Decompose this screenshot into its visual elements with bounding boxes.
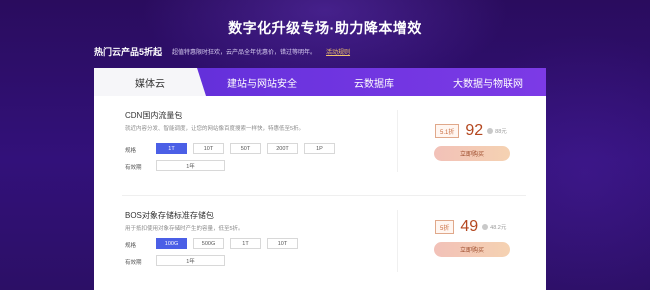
period-select[interactable]: 1年 [156,160,225,171]
price: 92 [465,122,484,139]
spec-options: 1T 10T 50T 200T 1P [156,143,335,154]
buy-button[interactable]: 立即购买 [434,242,510,257]
category-tabs: 媒体云 建站与网站安全 云数据库 大数据与物联网 [94,68,546,96]
promo-title: 热门云产品5折起 [94,47,163,57]
discount-tag: 5折 [435,220,455,234]
spec-option-1t[interactable]: 1T [230,238,261,249]
spec-option-500g[interactable]: 500G [193,238,224,249]
product-name: BOS对象存储标准存储包 [125,211,214,220]
price-area: 5折 49 48.2元 [435,218,506,236]
tab-bigdata-iot[interactable]: 大数据与物联网 [430,68,546,96]
spec-label: 规格 [125,243,137,249]
price-area: 5.1折 92 88元 [435,122,507,140]
promo-line: 热门云产品5折起 超值特惠限时狂欢，云产品全年优惠价，错过等明年。 活动规则 [94,45,350,58]
discount-tag: 5.1折 [435,124,460,138]
spec-option-200t[interactable]: 200T [267,143,298,154]
spec-option-10t[interactable]: 10T [267,238,298,249]
spec-option-50t[interactable]: 50T [230,143,261,154]
product-name: CDN国内流量包 [125,111,183,120]
coin-icon [482,224,489,230]
product-description: 就近内容分发、智能调度，让您的网站像百度搜索一样快，特惠低至5折。 [125,126,305,132]
rules-link[interactable]: 活动规则 [326,47,350,56]
buy-button[interactable]: 立即购买 [434,146,510,161]
product-divider [122,195,526,196]
original-price: 48.2元 [490,225,507,231]
spec-options: 100G 500G 1T 10T [156,238,298,249]
promo-description: 超值特惠限时狂欢，云产品全年优惠价，错过等明年。 [172,50,317,56]
price: 49 [460,218,479,235]
product-card: 媒体云 建站与网站安全 云数据库 大数据与物联网 CDN国内流量包 就近内容分发… [94,68,546,290]
period-label: 有效期 [125,165,142,171]
coin-icon [487,128,494,134]
tab-site-security[interactable]: 建站与网站安全 [206,68,318,96]
page-title: 数字化升级专场·助力降本增效 [228,20,422,36]
product-description: 用于抵扣使用对象存储时产生的容量，低至5折。 [125,226,244,232]
spec-option-1p[interactable]: 1P [304,143,335,154]
column-divider [397,110,398,172]
column-divider [397,210,398,272]
period-select[interactable]: 1年 [156,255,225,266]
original-price: 88元 [495,129,507,135]
spec-option-100g[interactable]: 100G [156,238,187,249]
spec-option-1t[interactable]: 1T [156,143,187,154]
tab-media-cloud[interactable]: 媒体云 [94,68,206,96]
spec-label: 规格 [125,148,137,154]
spec-option-10t[interactable]: 10T [193,143,224,154]
tab-cloud-database[interactable]: 云数据库 [318,68,430,96]
period-label: 有效期 [125,260,142,266]
